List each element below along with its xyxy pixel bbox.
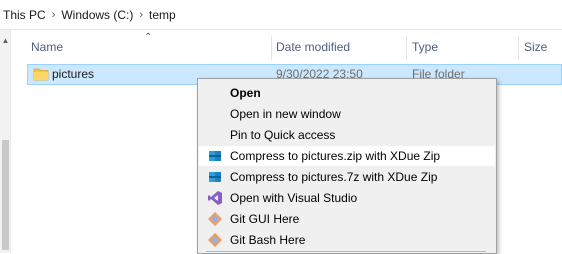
breadcrumb-chevron-icon[interactable]: › xyxy=(52,9,56,21)
breadcrumb-chevron-icon[interactable]: › xyxy=(139,9,143,21)
breadcrumb: This PC › Windows (C:) › temp xyxy=(0,0,562,30)
menu-item-compress-7z[interactable]: Compress to pictures.7z with XDue Zip xyxy=(199,167,495,187)
scroll-up-arrow-icon[interactable]: ▲ xyxy=(0,36,11,45)
scroll-thumb[interactable] xyxy=(2,140,9,250)
file-name[interactable]: pictures xyxy=(52,64,94,85)
menu-item-compress-zip[interactable]: Compress to pictures.zip with XDue Zip xyxy=(199,146,495,166)
sort-ascending-icon: ⌃ xyxy=(144,32,153,43)
menu-item-label: Compress to pictures.7z with XDue Zip xyxy=(230,170,438,184)
visual-studio-icon xyxy=(208,191,222,205)
breadcrumb-windows-c[interactable]: Windows (C:) xyxy=(61,8,133,22)
menu-item-label: Pin to Quick access xyxy=(230,128,336,142)
xdue-zip-icon xyxy=(209,151,221,161)
breadcrumb-temp[interactable]: temp xyxy=(149,8,176,22)
menu-separator xyxy=(206,251,486,252)
menu-item-label: Compress to pictures.zip with XDue Zip xyxy=(230,149,441,163)
column-divider[interactable] xyxy=(406,36,407,60)
column-header-size[interactable]: Size xyxy=(524,32,562,62)
menu-item-git-bash[interactable]: Git Bash Here xyxy=(199,230,495,250)
column-header-date-label: Date modified xyxy=(276,40,351,54)
column-divider[interactable] xyxy=(518,36,519,60)
menu-item-label: Open xyxy=(230,86,261,100)
column-header-size-label: Size xyxy=(524,40,548,54)
context-menu: Open Open in new window Pin to Quick acc… xyxy=(197,78,497,254)
column-header-type-label: Type xyxy=(412,40,439,54)
menu-item-open[interactable]: Open xyxy=(199,83,495,103)
column-header-type[interactable]: Type xyxy=(412,32,517,62)
navigation-pane-scrollbar[interactable]: ▲ xyxy=(0,30,11,253)
menu-item-pin-quick-access[interactable]: Pin to Quick access xyxy=(199,125,495,145)
git-bash-icon xyxy=(207,232,223,248)
xdue-zip-icon xyxy=(209,172,221,182)
git-gui-icon xyxy=(207,211,223,227)
menu-item-label: Git Bash Here xyxy=(230,233,306,247)
breadcrumb-this-pc[interactable]: This PC xyxy=(3,8,46,22)
menu-item-git-gui[interactable]: Git GUI Here xyxy=(199,209,495,229)
menu-item-open-visual-studio[interactable]: Open with Visual Studio xyxy=(199,188,495,208)
menu-item-label: Open with Visual Studio xyxy=(230,191,358,205)
column-header-date-modified[interactable]: Date modified xyxy=(276,32,406,62)
column-divider[interactable] xyxy=(271,36,272,60)
menu-item-open-new-window[interactable]: Open in new window xyxy=(199,104,495,124)
folder-icon xyxy=(33,68,49,81)
column-header-name-label: Name xyxy=(31,40,64,54)
menu-item-label: Open in new window xyxy=(230,107,341,121)
menu-item-label: Git GUI Here xyxy=(230,212,300,226)
